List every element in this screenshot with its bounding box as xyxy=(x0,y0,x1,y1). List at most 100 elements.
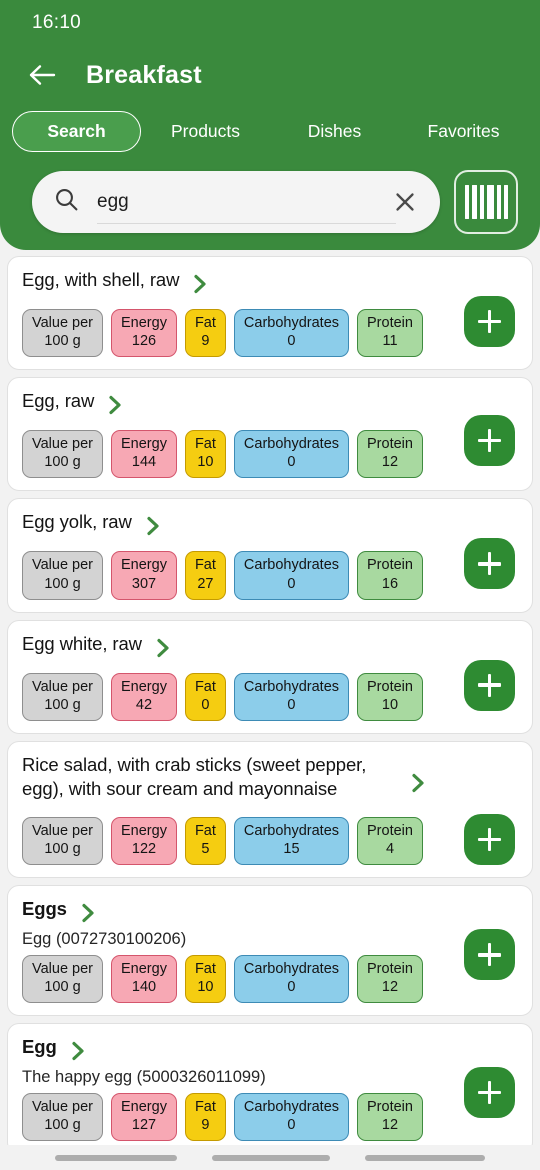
chip-energy: Energy 122 xyxy=(111,817,177,866)
chip-label: Fat xyxy=(194,315,216,331)
chip-value-per: Value per 100 g xyxy=(22,551,103,600)
chip-protein: Protein 12 xyxy=(357,955,423,1004)
chip-fat: Fat 27 xyxy=(184,551,226,600)
chevron-right-icon[interactable] xyxy=(193,274,208,299)
chip-value: 11 xyxy=(382,333,398,350)
chip-label: Value per xyxy=(32,436,93,453)
result-card[interactable]: Egg, raw Value per 100 g Energy 144 Fat … xyxy=(7,377,533,492)
close-x-icon[interactable] xyxy=(388,185,422,219)
search-input[interactable] xyxy=(97,191,388,213)
chip-value: 9 xyxy=(201,1117,210,1134)
result-card[interactable]: Egg yolk, raw Value per 100 g Energy 307… xyxy=(7,498,533,613)
add-food-button[interactable] xyxy=(464,538,515,590)
chip-value: 100 g xyxy=(44,979,81,996)
add-food-button[interactable] xyxy=(464,813,515,865)
chip-label: Energy xyxy=(121,557,167,574)
nutrient-chip-group: Value per 100 g Energy 42 Fat 0 Carbohyd… xyxy=(22,672,518,721)
tab-favorites[interactable]: Favorites xyxy=(399,111,528,152)
result-card[interactable]: Rice salad, with crab sticks (sweet pepp… xyxy=(7,740,533,879)
chip-label: Protein xyxy=(367,315,413,331)
app-root: 16:10 Breakfast Search Products Dishes F… xyxy=(0,0,540,1170)
chevron-right-icon[interactable] xyxy=(108,395,123,420)
chevron-right-icon[interactable] xyxy=(411,773,426,798)
chip-label: Value per xyxy=(32,315,93,331)
chevron-right-icon[interactable] xyxy=(71,1041,86,1066)
chip-label: Carbohydrates xyxy=(243,1098,340,1115)
search-icon xyxy=(54,187,79,217)
chip-value: 0 xyxy=(287,979,296,996)
chip-label: Energy xyxy=(121,315,167,331)
result-subtitle: The happy egg (5000326011099) xyxy=(22,1068,266,1087)
nutrient-chip-group: Value per 100 g Energy 122 Fat 5 Carbohy… xyxy=(22,817,518,866)
chip-value: 9 xyxy=(201,333,210,350)
chip-value: 0 xyxy=(287,696,296,713)
chip-label: Protein xyxy=(367,823,413,840)
chip-label: Protein xyxy=(367,1098,413,1115)
home-button[interactable] xyxy=(211,1154,330,1161)
result-title-row: Egg, with shell, raw xyxy=(22,268,518,299)
chip-value-per: Value per 100 g xyxy=(22,1092,103,1142)
chip-value: 10 xyxy=(197,979,214,996)
result-title-row: Egg white, raw xyxy=(22,632,518,663)
back-button[interactable] xyxy=(20,53,64,97)
barcode-bars xyxy=(464,185,508,219)
chip-value-per: Value per 100 g xyxy=(22,672,103,721)
result-subtitle: Egg (0072730100206) xyxy=(22,930,187,949)
add-food-button[interactable] xyxy=(464,1067,515,1119)
chip-value: 0 xyxy=(287,454,296,471)
back-button[interactable] xyxy=(364,1154,485,1161)
chip-label: Energy xyxy=(121,678,167,695)
chip-value: 100 g xyxy=(44,696,81,713)
chip-energy: Energy 126 xyxy=(111,309,177,358)
recents-button[interactable] xyxy=(55,1154,178,1161)
add-food-button[interactable] xyxy=(464,659,515,711)
chip-fat: Fat 9 xyxy=(184,1092,226,1142)
page-title: Breakfast xyxy=(86,60,202,89)
tab-dishes[interactable]: Dishes xyxy=(270,111,399,152)
search-row xyxy=(0,156,540,234)
chip-value: 100 g xyxy=(44,1117,81,1134)
chip-carbohydrates: Carbohydrates 0 xyxy=(233,1092,350,1142)
chip-value: 0 xyxy=(287,1117,296,1134)
tab-products[interactable]: Products xyxy=(141,111,270,152)
chevron-right-icon[interactable] xyxy=(156,638,171,663)
chip-value: 100 g xyxy=(44,454,81,471)
result-card[interactable]: Egg white, raw Value per 100 g Energy 42… xyxy=(7,619,533,734)
result-title: Egg, with shell, raw xyxy=(22,269,180,290)
tab-search[interactable]: Search xyxy=(12,110,141,152)
tab-bar: Search Products Dishes Favorites xyxy=(0,106,540,156)
chip-value: 16 xyxy=(381,575,399,592)
add-food-button[interactable] xyxy=(464,929,515,981)
chip-label: Carbohydrates xyxy=(243,961,340,978)
chip-carbohydrates: Carbohydrates 0 xyxy=(233,955,350,1004)
add-food-button[interactable] xyxy=(464,415,515,467)
chip-label: Carbohydrates xyxy=(243,678,340,695)
chip-label: Energy xyxy=(121,1098,167,1115)
chip-carbohydrates: Carbohydrates 0 xyxy=(233,430,350,479)
chip-value: 307 xyxy=(131,575,157,592)
search-results-list[interactable]: Egg, with shell, raw Value per 100 g Ene… xyxy=(0,250,540,1145)
search-box[interactable] xyxy=(32,171,440,233)
nutrient-chip-group: Value per 100 g Energy 307 Fat 27 Carboh… xyxy=(22,551,518,600)
chip-protein: Protein 4 xyxy=(357,817,423,866)
nutrient-chip-group: Value per 100 g Energy 126 Fat 9 Carbohy… xyxy=(22,309,518,358)
chevron-right-icon[interactable] xyxy=(81,903,96,928)
result-card[interactable]: Egg The happy egg (5000326011099) Value … xyxy=(7,1023,533,1145)
chip-label: Value per xyxy=(32,1098,93,1115)
arrow-left-icon xyxy=(28,63,56,87)
chip-value-per: Value per 100 g xyxy=(22,817,103,866)
chip-label: Carbohydrates xyxy=(243,557,340,574)
chip-label: Fat xyxy=(194,961,216,978)
barcode-scan-icon[interactable] xyxy=(454,170,518,234)
system-navigation-bar xyxy=(0,1145,540,1170)
chip-carbohydrates: Carbohydrates 0 xyxy=(233,309,350,358)
chip-energy: Energy 42 xyxy=(111,672,177,721)
result-title: Egg yolk, raw xyxy=(22,511,132,533)
chevron-right-icon[interactable] xyxy=(146,516,161,541)
chip-label: Fat xyxy=(194,436,216,453)
chip-value: 126 xyxy=(131,333,157,350)
add-food-button[interactable] xyxy=(464,296,515,347)
chip-energy: Energy 140 xyxy=(111,955,177,1004)
result-card[interactable]: Egg, with shell, raw Value per 100 g Ene… xyxy=(7,256,533,371)
result-card[interactable]: Eggs Egg (0072730100206) Value per 100 g… xyxy=(7,885,533,1017)
